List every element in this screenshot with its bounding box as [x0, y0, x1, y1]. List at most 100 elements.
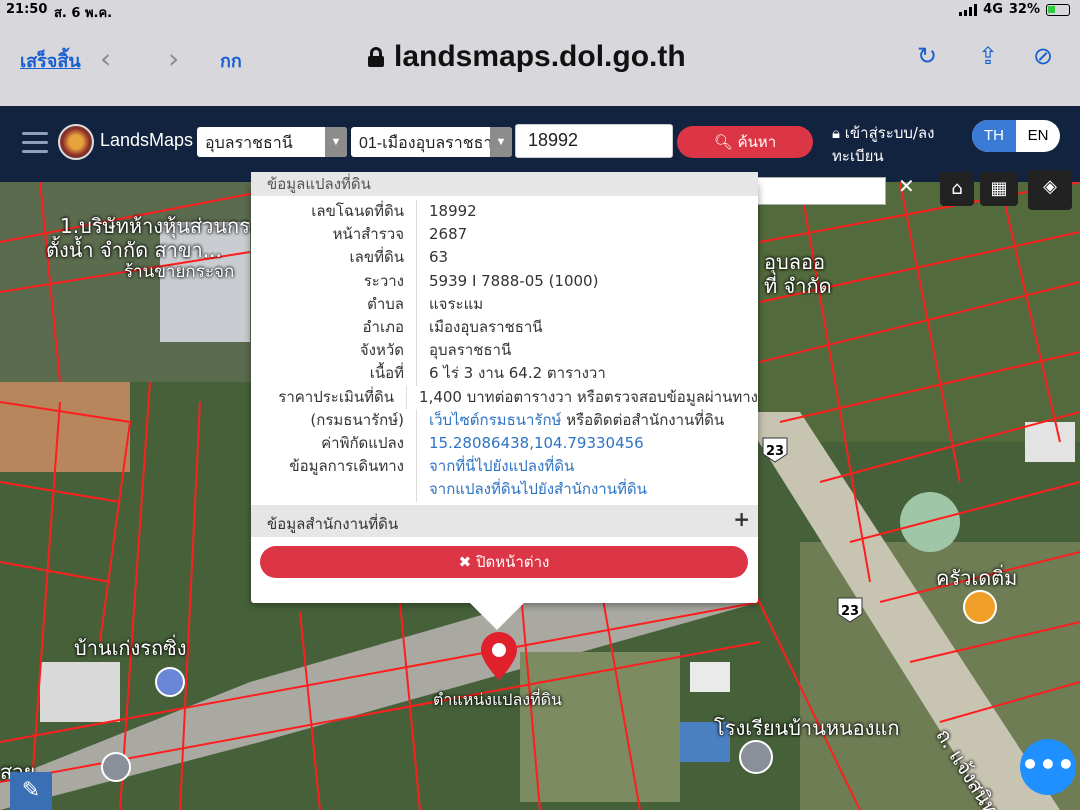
coordinates-link[interactable]: 15.28086438,104.79330456	[417, 432, 644, 455]
popup-pointer	[469, 602, 525, 630]
district-value: 01-เมืองอุบลราชธา	[359, 135, 493, 152]
map-label-ubon-2: ที่ จำกัด	[764, 274, 832, 298]
lock-icon	[368, 47, 384, 67]
parcel-info-popup: ข้อมูลแปลงที่ดิน เลขโฉนดที่ดิน 18992 หน้า…	[251, 172, 758, 630]
info-row: เลขโฉนดที่ดิน 18992	[251, 200, 758, 224]
more-options-button[interactable]: •••	[1020, 739, 1076, 795]
close-popup-label: ปิดหน้าต่าง	[476, 553, 550, 571]
info-row: จังหวัด อุบลราชธานี	[251, 339, 758, 363]
route-badge-2: 23	[841, 604, 859, 619]
info-value: เมืองอุบลราชธานี	[429, 318, 543, 337]
parcel-info-rows: เลขโฉนดที่ดิน 18992 หน้าสำรวจ 2687 เลขที่ด…	[251, 200, 758, 502]
parcel-location-pin-icon[interactable]	[481, 632, 517, 680]
map-label-school: โรงเรียนบ้านหนองแก	[714, 716, 900, 740]
info-row: ราคาประเมินที่ดิน 1,400 บาทต่อตารางวา หรื…	[251, 385, 758, 409]
route-badge-1: 23	[766, 444, 784, 459]
lock-icon: 🔒︎	[832, 124, 840, 142]
info-row: เลขที่ดิน 63	[251, 246, 758, 270]
info-row: ค่าพิกัดแปลง 15.28086438,104.79330456	[251, 432, 758, 456]
menu-icon[interactable]	[22, 132, 48, 159]
info-value: 1,400 บาทต่อตารางวา หรือตรวจสอบข้อมูลผ่า…	[419, 387, 758, 406]
lang-en-button[interactable]: EN	[1016, 120, 1060, 152]
signal-icon	[959, 3, 978, 16]
status-date: ส. 6 พ.ค.	[54, 6, 113, 21]
treasury-website-link[interactable]: เว็บไซต์กรมธนารักษ์	[429, 411, 561, 429]
info-row: จากแปลงที่ดินไปยังสำนักงานที่ดิน	[251, 478, 758, 502]
battery-icon	[1046, 3, 1070, 16]
office-info-section[interactable]: ข้อมูลสำนักงานที่ดิน +	[251, 505, 758, 537]
chevron-down-icon: ▼	[490, 127, 512, 157]
info-key	[251, 478, 417, 502]
done-button[interactable]: เสร็จสิ้น	[20, 46, 81, 75]
browser-toolbar: เสร็จสิ้น ‹ › กก landsmaps.dol.go.th ↻ ⇪…	[0, 22, 1080, 106]
info-value: 6 ไร่ 3 งาน 64.2 ตารางวา	[429, 364, 606, 383]
info-value: 18992	[429, 202, 477, 220]
info-key: ระวาง	[251, 269, 417, 293]
info-row: ระวาง 5939 I 7888-05 (1000)	[251, 269, 758, 293]
search-button[interactable]: 🔍︎ ค้นหา	[677, 126, 813, 158]
close-icon[interactable]: ✕	[898, 174, 915, 198]
reload-icon[interactable]: ↻	[917, 42, 937, 70]
battery-label: 32%	[1008, 2, 1040, 17]
dol-logo	[58, 124, 94, 160]
info-value: 5939 I 7888-05 (1000)	[429, 271, 599, 290]
info-value: อุบลราชธานี	[429, 341, 512, 360]
chevron-down-icon: ▼	[325, 127, 347, 157]
info-value: 2687	[429, 225, 468, 244]
info-key: ตำบล	[251, 292, 417, 317]
measure-tool-icon[interactable]: ✎	[10, 772, 52, 810]
status-time: 21:50	[6, 2, 48, 17]
info-row: เนื้อที่ 6 ไร่ 3 งาน 64.2 ตารางวา	[251, 362, 758, 386]
close-popup-button[interactable]: ✖ ปิดหน้าต่าง	[260, 546, 748, 578]
directions-to-office-link[interactable]: จากแปลงที่ดินไปยังสำนักงานที่ดิน	[417, 478, 647, 501]
info-value: 63	[429, 248, 449, 267]
info-key: หน้าสำรวจ	[251, 223, 417, 247]
info-row: อำเภอ เมืองอุบลราชธานี	[251, 316, 758, 340]
url-text: landsmaps.dol.go.th	[394, 40, 686, 73]
status-right: 4G 32%	[959, 2, 1070, 17]
district-select[interactable]: 01-เมืองอุบลราชธา ▼	[351, 127, 512, 157]
info-key: (กรมธนารักษ์)	[251, 408, 417, 433]
building-icon[interactable]: ⌂	[940, 172, 974, 206]
province-select[interactable]: อุบลราชธานี ▼	[197, 127, 347, 157]
brand-name: LandsMaps	[100, 130, 194, 150]
info-value: แจระแม	[429, 294, 484, 313]
login-link[interactable]: 🔒︎ เข้าสู่ระบบ/ลงทะเบียน	[832, 122, 952, 168]
info-key: อำเภอ	[251, 316, 417, 340]
map-label-khrua: ครัวเดติ่ม	[936, 566, 1018, 590]
info-row: ข้อมูลการเดินทาง จากที่นี่ไปยังแปลงที่ดิน	[251, 455, 758, 479]
forward-icon[interactable]: ›	[168, 42, 179, 75]
back-icon[interactable]: ‹	[100, 42, 111, 75]
parcel-number-input[interactable]: 18992	[515, 124, 673, 158]
lang-th-button[interactable]: TH	[972, 120, 1016, 152]
info-row: (กรมธนารักษ์) เว็บไซต์กรมธนารักษ์ หรือติด…	[251, 408, 758, 433]
plus-icon[interactable]: +	[733, 507, 750, 531]
login-label: เข้าสู่ระบบ/ลงทะเบียน	[832, 124, 935, 165]
layers-icon[interactable]: ◈	[1028, 170, 1072, 210]
info-row: หน้าสำรวจ 2687	[251, 223, 758, 247]
close-icon: ✖	[458, 553, 472, 571]
share-icon[interactable]: ⇪	[978, 42, 998, 70]
map-label-shop: ร้านขายกระจก	[124, 262, 235, 282]
info-value: เว็บไซต์กรมธนารักษ์ หรือติดต่อสำนักงานที…	[417, 409, 724, 432]
info-value-rest: หรือติดต่อสำนักงานที่ดิน	[561, 410, 725, 429]
office-info-label: ข้อมูลสำนักงานที่ดิน	[267, 515, 399, 533]
info-key: เลขโฉนดที่ดิน	[251, 200, 417, 224]
info-key: เนื้อที่	[251, 362, 417, 386]
address-bar[interactable]: landsmaps.dol.go.th	[368, 40, 686, 74]
status-bar: 21:50 ส. 6 พ.ค. 4G 32%	[0, 0, 1080, 22]
grid-icon[interactable]: ▦	[980, 172, 1018, 206]
info-key: ค่าพิกัดแปลง	[251, 432, 417, 456]
app-header: LandsMaps อุบลราชธานี ▼ 01-เมืองอุบลราชธ…	[0, 106, 1080, 182]
directions-to-parcel-link[interactable]: จากที่นี่ไปยังแปลงที่ดิน	[417, 455, 574, 478]
info-row: ตำบล แจระแม	[251, 292, 758, 317]
text-size-button[interactable]: กก	[220, 46, 242, 75]
language-toggle[interactable]: TH EN	[972, 120, 1060, 152]
pin-label: ตำแหน่งแปลงที่ดิน	[433, 690, 562, 709]
info-key: ข้อมูลการเดินทาง	[251, 455, 417, 479]
info-key: เลขที่ดิน	[251, 246, 417, 270]
province-value: อุบลราชธานี	[205, 135, 293, 152]
map-label-village: บ้านเก่งรถซิ่ง	[74, 636, 187, 660]
network-label: 4G	[983, 2, 1003, 17]
compass-icon[interactable]: ⊘	[1033, 42, 1053, 70]
